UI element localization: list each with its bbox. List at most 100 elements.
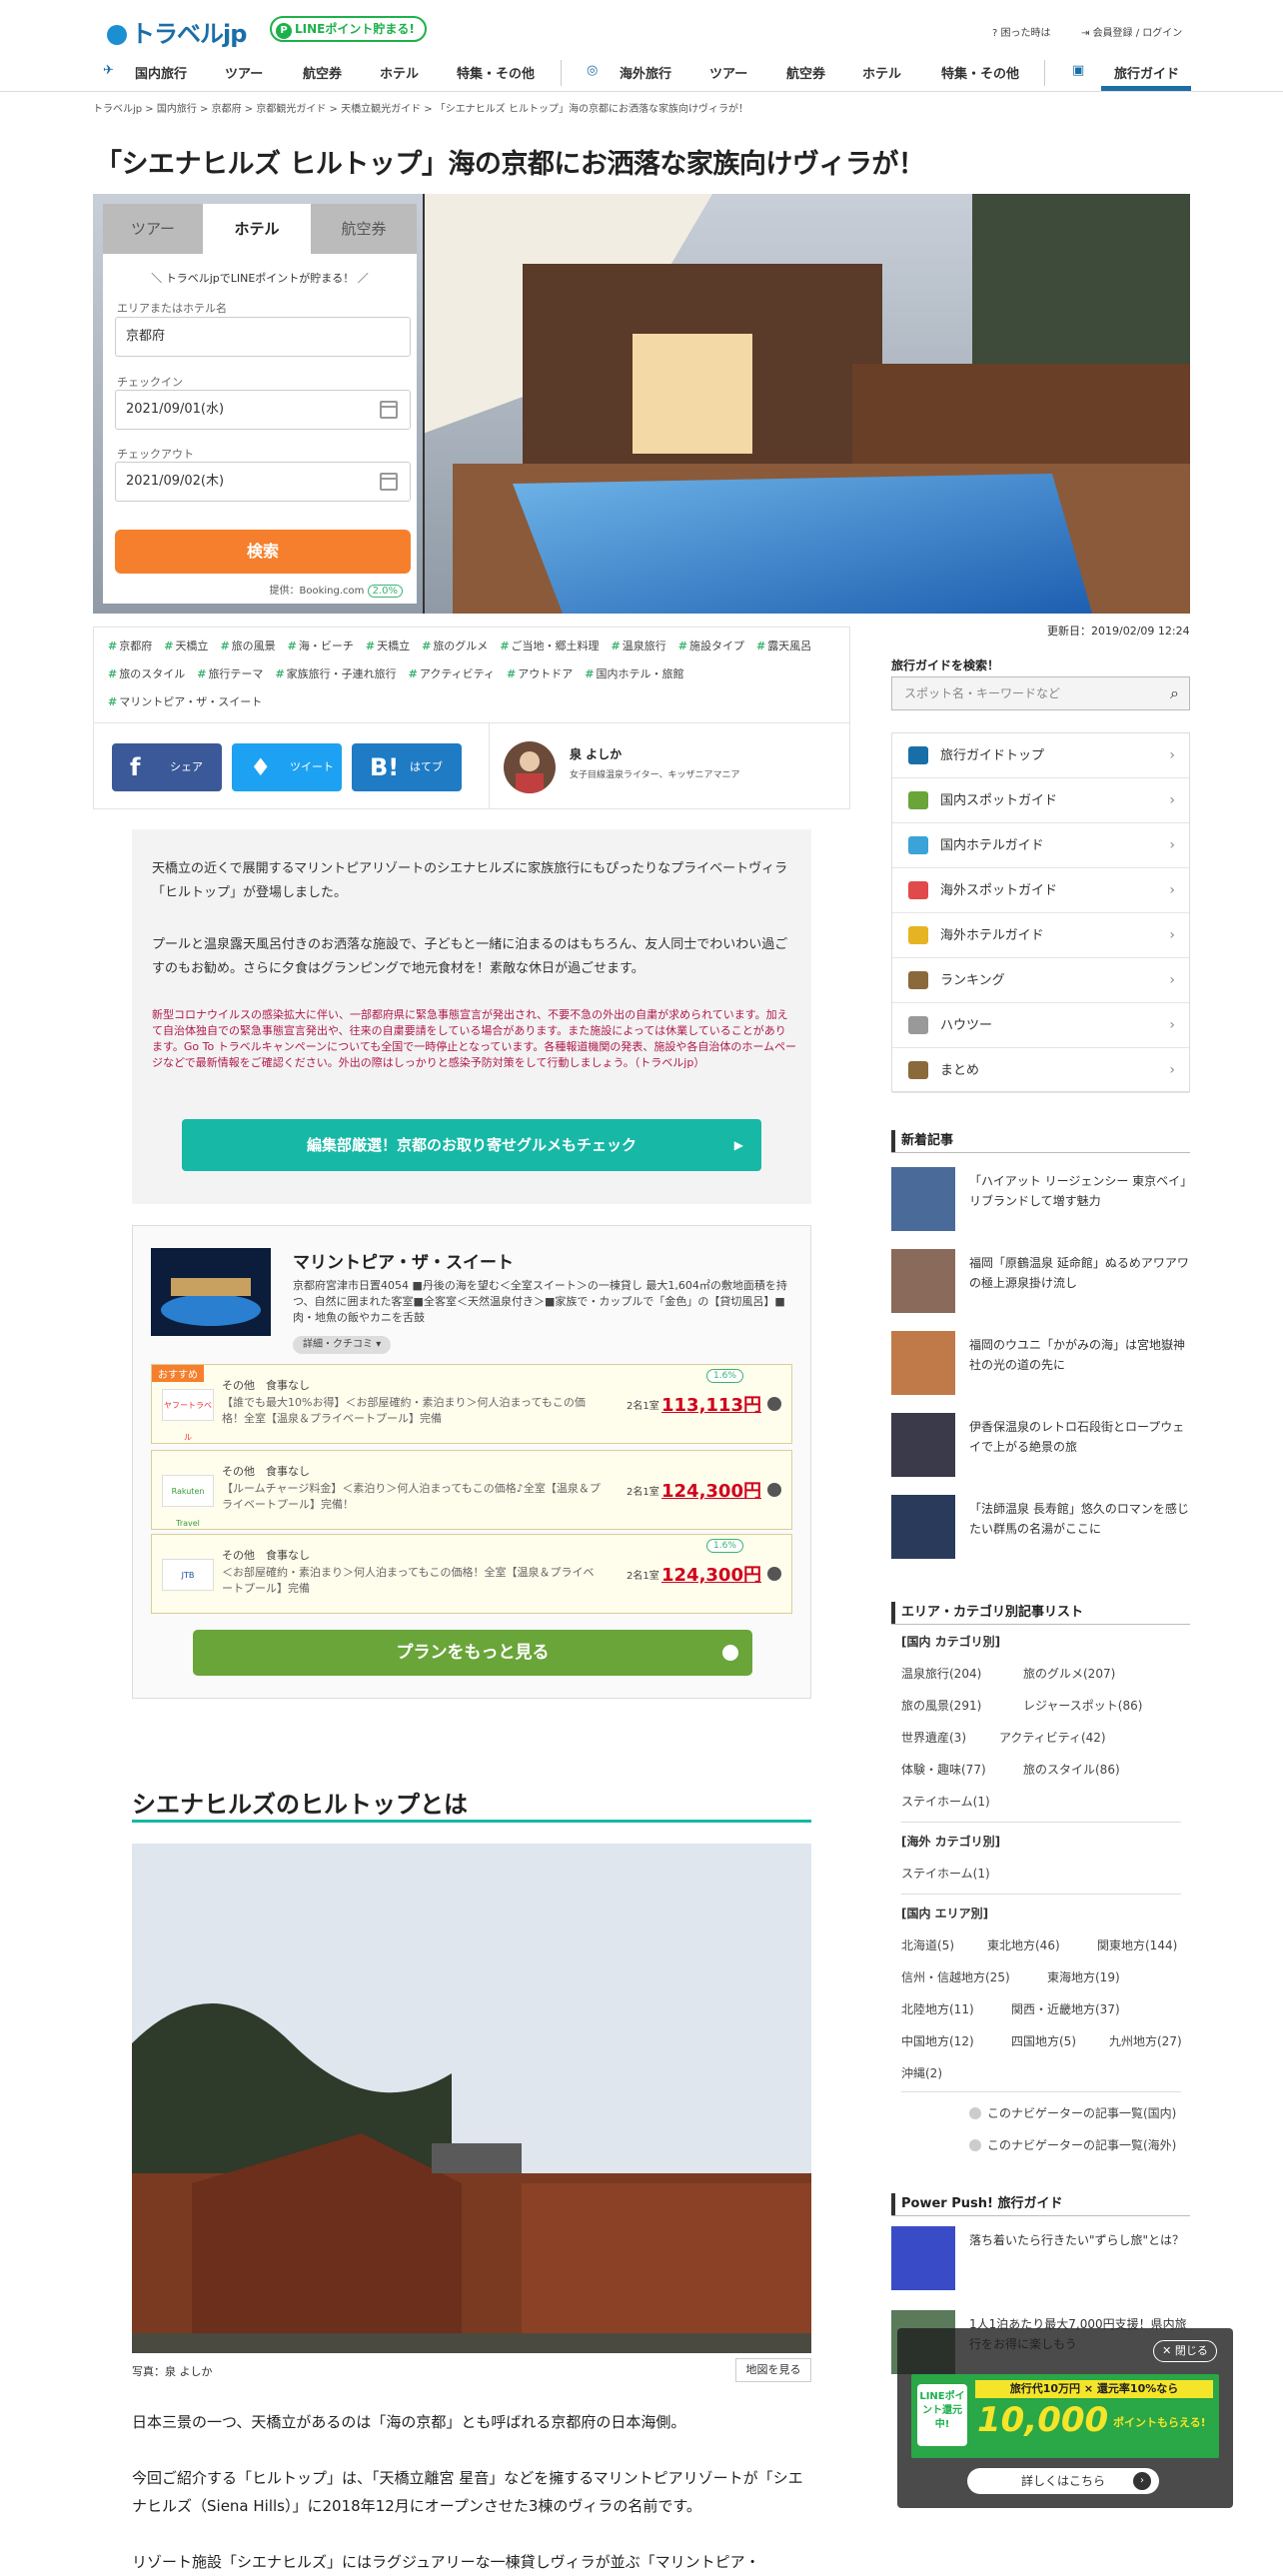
category-link[interactable]: 体験・趣味(77) <box>901 1761 986 1778</box>
tag-link[interactable]: 海・ビーチ <box>288 638 354 653</box>
category-link[interactable]: 四国地方(5) <box>1011 2032 1076 2049</box>
view-map-button[interactable]: 地図を見る <box>735 2358 811 2382</box>
close-button[interactable]: ✕ 閉じる <box>1153 2340 1217 2362</box>
nav-overseas[interactable]: 海外旅行 <box>620 63 671 82</box>
author-avatar[interactable] <box>504 741 556 793</box>
plan-row[interactable]: おすすめ ヤフートラベル その他 食事なし 【誰でも最大10%お得】＜お部屋確約… <box>151 1364 792 1444</box>
tag-link[interactable]: 施設タイプ <box>678 638 744 653</box>
author-name[interactable]: 泉 よしか <box>570 745 622 762</box>
tag-link[interactable]: 天橋立 <box>366 638 410 653</box>
plan-row[interactable]: Rakuten Travel その他 食事なし 【ルームチャージ料金】＜素泊り＞… <box>151 1450 792 1530</box>
tag-link[interactable]: 旅のグルメ <box>422 638 488 653</box>
category-link[interactable]: 北陸地方(11) <box>901 2000 974 2017</box>
category-link[interactable]: 旅のスタイル(86) <box>1023 1761 1120 1778</box>
category-link[interactable]: 旅のグルメ(207) <box>1023 1665 1115 1682</box>
tag-link[interactable]: 京都府 <box>108 638 152 653</box>
new-article-item[interactable]: 「法師温泉 長寿館」悠久のロマンを感じたい群馬の名湯がここに <box>891 1495 1190 1559</box>
guide-menu-item[interactable]: まとめ › <box>892 1048 1189 1093</box>
guide-menu-item[interactable]: 旅行ガイドトップ › <box>892 733 1189 778</box>
tag-link[interactable]: 国内ホテル・旅館 <box>585 665 683 681</box>
hotel-details-button[interactable]: 詳細・クチコミ ▾ <box>293 1336 392 1354</box>
chevron-right-icon[interactable] <box>767 1567 781 1581</box>
nav-overseas-special[interactable]: 特集・その他 <box>941 63 1019 82</box>
category-link[interactable]: 信州・信越地方(25) <box>901 1968 1010 1985</box>
tag-link[interactable]: アクティビティ <box>409 665 495 681</box>
category-link[interactable]: 関東地方(144) <box>1097 1936 1177 1953</box>
guide-menu-item[interactable]: 国内ホテルガイド › <box>892 823 1189 868</box>
nav-domestic-hotel[interactable]: ホテル <box>380 63 419 82</box>
article-photo[interactable] <box>132 1844 811 2353</box>
plan-price[interactable]: 124,300円 <box>661 1561 761 1587</box>
guide-menu-item[interactable]: ハウツー › <box>892 1003 1189 1048</box>
category-link[interactable]: レジャースポット(86) <box>1023 1697 1142 1714</box>
tab-flight[interactable]: 航空券 <box>311 204 417 254</box>
category-link[interactable]: 北海道(5) <box>901 1936 954 1953</box>
guide-menu-item[interactable]: 海外ホテルガイド › <box>892 913 1189 958</box>
breadcrumb[interactable]: トラベルjp > 国内旅行 > 京都府 > 京都観光ガイド > 天橋立観光ガイド… <box>93 100 748 115</box>
tab-tour[interactable]: ツアー <box>103 204 203 254</box>
nav-domestic-tour[interactable]: ツアー <box>225 63 263 82</box>
category-link[interactable]: 関西・近畿地方(37) <box>1011 2000 1120 2017</box>
tag-link[interactable]: 旅の風景 <box>220 638 276 653</box>
sidebar-search-input[interactable]: スポット名・キーワードなど ⌕ <box>891 676 1190 710</box>
category-link[interactable]: 中国地方(12) <box>901 2032 974 2049</box>
category-link[interactable]: 世界遺産(3) <box>901 1729 966 1746</box>
category-link[interactable]: 東北地方(46) <box>987 1936 1060 1953</box>
chevron-right-icon[interactable] <box>767 1397 781 1411</box>
area-input[interactable]: 京都府 <box>115 317 411 357</box>
category-link[interactable]: 沖縄(2) <box>901 2064 942 2081</box>
calendar-icon[interactable] <box>380 401 398 419</box>
category-link[interactable]: 旅の風景(291) <box>901 1697 981 1714</box>
checkin-input[interactable]: 2021/09/01(水) <box>115 390 411 430</box>
new-article-item[interactable]: 福岡のウユニ「かがみの海」は宮地嶽神社の光の道の先に <box>891 1331 1190 1395</box>
login-link[interactable]: ⇥ 会員登録 / ログイン <box>1081 24 1182 39</box>
guide-menu-item[interactable]: ランキング › <box>892 958 1189 1003</box>
category-link[interactable]: 東海地方(19) <box>1047 1968 1120 1985</box>
overseas-category-link[interactable]: ステイホーム(1) <box>901 1865 990 1882</box>
plan-price[interactable]: 124,300円 <box>661 1477 761 1503</box>
nav-domestic-flight[interactable]: 航空券 <box>303 63 342 82</box>
navigator-overseas-link[interactable]: このナビゲーターの記事一覧(海外) <box>969 2136 1176 2153</box>
nav-travel-guide[interactable]: 旅行ガイド <box>1114 63 1179 82</box>
line-points-badge[interactable]: P LINEポイント貯まる! <box>270 16 427 42</box>
search-icon[interactable]: ⌕ <box>1170 677 1179 709</box>
nav-domestic[interactable]: 国内旅行 <box>135 63 187 82</box>
tag-link[interactable]: アウトドア <box>507 665 573 681</box>
category-link[interactable]: 温泉旅行(204) <box>901 1665 981 1682</box>
tab-hotel[interactable]: ホテル <box>203 204 311 254</box>
category-link[interactable]: 九州地方(27) <box>1109 2032 1182 2049</box>
more-plans-button[interactable]: プランをもっと見る <box>193 1630 752 1676</box>
line-campaign-banner[interactable]: LINEポイント還元中! 旅行代10万円 × 還元率10%なら 10,000 ポ… <box>911 2374 1219 2458</box>
navigator-domestic-link[interactable]: このナビゲーターの記事一覧(国内) <box>969 2104 1176 2121</box>
guide-menu-item[interactable]: 国内スポットガイド › <box>892 778 1189 823</box>
tag-link[interactable]: 温泉旅行 <box>612 638 666 653</box>
tag-link[interactable]: 旅行テーマ <box>197 665 263 681</box>
power-push-item[interactable]: 落ち着いたら行きたい"ずらし旅"とは？ <box>891 2226 1190 2290</box>
hotel-thumbnail[interactable] <box>151 1248 271 1336</box>
tag-link[interactable]: マリントピア・ザ・スイート <box>108 693 262 709</box>
new-article-item[interactable]: 伊香保温泉のレトロ石段街とロープウェイで上がる絶景の旅 <box>891 1413 1190 1477</box>
guide-menu-item[interactable]: 海外スポットガイド › <box>892 868 1189 913</box>
tag-link[interactable]: 露天風呂 <box>756 638 811 653</box>
plan-row[interactable]: JTB その他 食事なし ＜お部屋確約・素泊まり＞何人泊まってもこの価格！全室【… <box>151 1534 792 1614</box>
nav-overseas-flight[interactable]: 航空券 <box>786 63 825 82</box>
search-button[interactable]: 検索 <box>115 530 411 574</box>
gourmet-banner-button[interactable]: 編集部厳選！京都のお取り寄せグルメもチェック ▶ <box>182 1119 761 1171</box>
nav-overseas-hotel[interactable]: ホテル <box>862 63 901 82</box>
twitter-share-button[interactable]: ♦ ツイート <box>232 743 342 791</box>
campaign-detail-button[interactable]: 詳しくはこちら › <box>967 2468 1159 2494</box>
plan-price[interactable]: 113,113円 <box>661 1391 761 1417</box>
calendar-icon[interactable] <box>380 473 398 491</box>
help-link[interactable]: ? 困った時は <box>992 24 1051 39</box>
tag-link[interactable]: ご当地・郷土料理 <box>500 638 600 653</box>
hatena-bookmark-button[interactable]: B! はてブ <box>352 743 462 791</box>
hotel-name[interactable]: マリントピア・ザ・スイート <box>293 1248 514 1273</box>
tag-link[interactable]: 旅のスタイル <box>108 665 185 681</box>
nav-overseas-tour[interactable]: ツアー <box>709 63 747 82</box>
category-link[interactable]: アクティビティ(42) <box>999 1729 1106 1746</box>
new-article-item[interactable]: 「ハイアット リージェンシー 東京ベイ」リブランドして増す魅力 <box>891 1167 1190 1231</box>
chevron-right-icon[interactable] <box>767 1483 781 1497</box>
tag-link[interactable]: 家族旅行・子連れ旅行 <box>275 665 397 681</box>
new-article-item[interactable]: 福岡「原鶴温泉 延命館」ぬるめアワアワの極上源泉掛け流し <box>891 1249 1190 1313</box>
site-logo[interactable]: トラベルjp <box>107 14 247 49</box>
